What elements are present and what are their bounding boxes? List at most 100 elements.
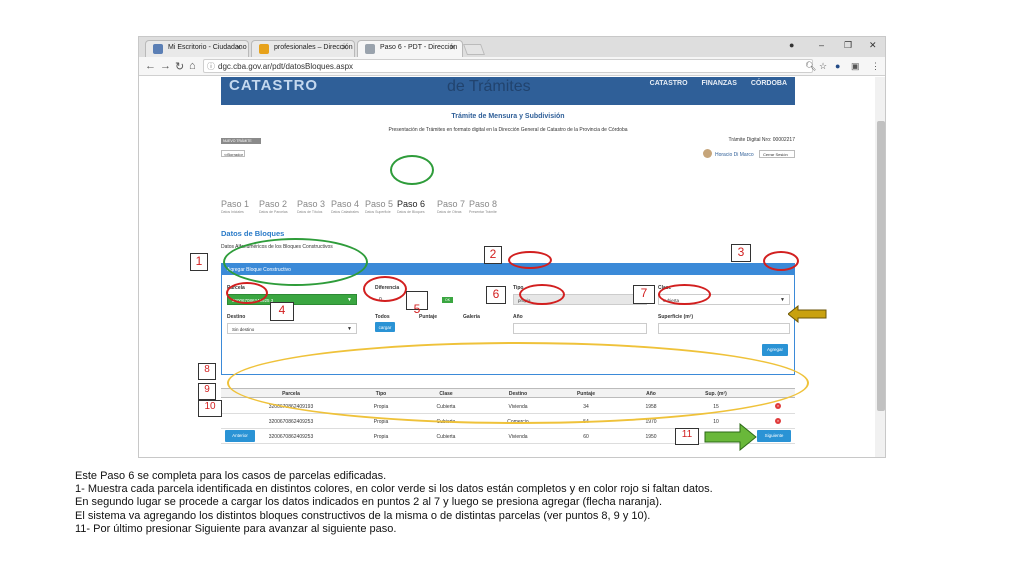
step-label: Paso 8: [469, 199, 498, 209]
delete-row-icon[interactable]: ×: [775, 403, 781, 409]
agregar-button[interactable]: Agregar: [762, 344, 788, 356]
info-icon[interactable]: ⓘ: [207, 61, 215, 72]
annotation-red-ellipse: [508, 251, 552, 269]
cargar-button[interactable]: cargar: [375, 322, 395, 332]
destino-select[interactable]: Sin destino ▼: [227, 323, 357, 334]
tramite-title: Trámite de Mensura y Subdivisión: [451, 113, 565, 120]
logo-catastro: CATASTRO: [649, 80, 688, 87]
annotation-red-ellipse: [519, 284, 565, 305]
close-tab-icon[interactable]: ✕: [449, 43, 456, 52]
close-tab-icon[interactable]: ✕: [235, 43, 242, 52]
browser-tab-2[interactable]: profesionales – Dirección ✕: [251, 40, 355, 57]
cell-puntaje: 60: [583, 434, 589, 440]
instruction-line: Este Paso 6 se completa para los casos d…: [75, 470, 387, 482]
restore-icon[interactable]: ❐: [844, 40, 852, 51]
profile-icon[interactable]: ●: [789, 40, 794, 50]
step-sublabel: Datos Superficie: [365, 210, 391, 214]
step-6[interactable]: Paso 6 Datos de Bloques: [397, 199, 425, 214]
minimize-icon[interactable]: –: [819, 40, 824, 50]
instruction-line: En segundo lugar se procede a cargar los…: [75, 496, 663, 509]
annotation-red-ellipse: [763, 251, 799, 271]
annotation-red-ellipse: [226, 282, 268, 304]
tramite-subtitle: Presentación de Trámites en formato digi…: [388, 127, 628, 133]
siguiente-button[interactable]: Siguiente: [757, 430, 791, 442]
url-input[interactable]: ⓘ dgc.cba.gov.ar/pdt/datosBloques.aspx: [203, 59, 813, 73]
step-4[interactable]: Paso 4 Datos Catastrales: [331, 199, 359, 214]
annotation-red-ellipse: [658, 284, 711, 305]
browser-tab-3[interactable]: Paso 6 - PDT - Dirección ✕: [357, 40, 463, 57]
step-label: Paso 6: [397, 199, 426, 209]
step-2[interactable]: Paso 2 Datos de Parcelas: [259, 199, 288, 214]
annotation-number-10: 10: [198, 400, 222, 417]
tab-favicon-icon: [365, 44, 375, 54]
cell-tipo: Propia: [373, 434, 389, 440]
todos-label: Todos: [375, 314, 390, 320]
green-arrow-icon: [704, 423, 757, 451]
step-3[interactable]: Paso 3 Datos de Títulos: [297, 199, 325, 214]
cell-clase: Cubierta: [436, 434, 456, 440]
tramite-digital-number: Trámite Digital Nro: 00002217: [728, 137, 795, 143]
close-window-icon[interactable]: ✕: [869, 40, 877, 51]
back-icon[interactable]: ←: [145, 60, 156, 72]
step-sublabel: Datos Catastrales: [331, 210, 359, 214]
forward-icon[interactable]: →: [160, 60, 171, 72]
anterior-button[interactable]: Anterior: [225, 430, 255, 442]
delete-row-icon[interactable]: ×: [775, 418, 781, 424]
page-scrollbar[interactable]: [875, 77, 885, 457]
cell-anio: 1950: [645, 434, 657, 440]
new-tab-button[interactable]: [462, 44, 486, 55]
cell-parcela: 3200670862409253: [268, 419, 314, 425]
step-7[interactable]: Paso 7 Datos de Obras: [437, 199, 465, 214]
tab-label: Paso 6 - PDT - Dirección: [380, 44, 458, 51]
borrador-button[interactable]: ⇦Borrador: [221, 150, 245, 157]
section-title: Datos de Bloques: [221, 229, 285, 238]
step-sublabel: Datos de Obras: [437, 210, 462, 214]
reload-icon[interactable]: ↻: [175, 60, 184, 73]
instruction-line: El sistema va agregando los distintos bl…: [75, 509, 651, 522]
destino-value: Sin destino: [232, 327, 255, 332]
step-sublabel: Datos de Títulos: [297, 210, 323, 214]
bookmark-star-icon[interactable]: ☆: [819, 61, 827, 72]
logout-button[interactable]: Cerrar Sesión: [759, 150, 795, 158]
annotation-red-ellipse: [363, 276, 407, 302]
step-label: Paso 1: [221, 199, 250, 209]
annotation-number-5: 5: [406, 291, 428, 315]
annotation-number-2: 2: [484, 246, 502, 264]
anio-input[interactable]: [513, 323, 647, 334]
step-label: Paso 3: [297, 199, 326, 209]
superficie-label: Superficie (m²): [658, 314, 694, 320]
step-8[interactable]: Paso 8 Presentar Trámite: [469, 199, 497, 214]
anio-label: Año: [513, 314, 523, 320]
tab-favicon-icon: [259, 44, 269, 54]
annotation-number-8: 8: [198, 363, 216, 380]
home-icon[interactable]: ⌂: [189, 60, 196, 72]
tab-favicon-icon: [153, 44, 163, 54]
annotation-number-4: 4: [270, 302, 294, 321]
step-1[interactable]: Paso 1 Datos Iniciales: [221, 199, 249, 214]
annotation-green-ellipse: [390, 155, 434, 185]
step-label: Paso 7: [437, 199, 466, 209]
logo-finanzas: FINANZAS: [701, 80, 737, 87]
step-5[interactable]: Paso 5 Datos Superficie: [365, 199, 393, 214]
annotation-yellow-ellipse: [227, 342, 809, 424]
browser-tab-1[interactable]: Mi Escritorio - Ciudadano ✕: [145, 40, 249, 57]
annotation-number-11: 11: [675, 428, 699, 445]
step-sublabel: Presentar Trámite: [469, 210, 497, 214]
superficie-input[interactable]: [658, 323, 790, 334]
extension-icon[interactable]: ▣: [851, 61, 860, 72]
ok-badge: OK: [442, 297, 453, 303]
puntaje-label: Puntaje: [419, 314, 438, 320]
galeria-label: Galería: [463, 314, 480, 320]
instruction-line: 1- Muestra cada parcela identificada en …: [75, 483, 713, 496]
instruction-line: 11- Por último presionar Siguiente para …: [75, 522, 397, 535]
zoom-icon[interactable]: 🔍︎: [805, 61, 816, 72]
chevron-down-icon: ▼: [780, 297, 785, 303]
scroll-thumb[interactable]: [877, 121, 885, 411]
step-sublabel: Datos de Parcelas: [259, 210, 288, 214]
extension-icon[interactable]: ●: [835, 61, 840, 71]
cell-destino: Vivienda: [508, 434, 528, 440]
close-tab-icon[interactable]: ✕: [341, 43, 348, 52]
menu-kebab-icon[interactable]: ⋮: [871, 61, 880, 72]
orange-arrow-icon: [788, 305, 827, 323]
step-label: Paso 5: [365, 199, 394, 209]
